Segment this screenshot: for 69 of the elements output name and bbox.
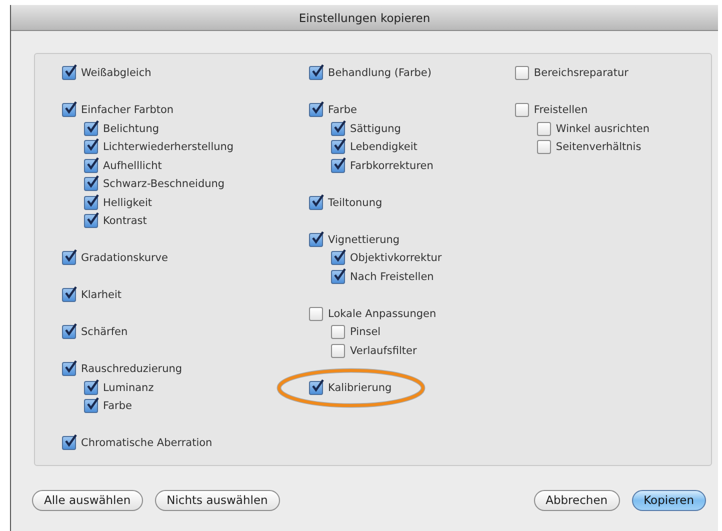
checkbox[interactable] bbox=[514, 103, 529, 118]
window-title: Einstellungen kopieren bbox=[298, 10, 430, 24]
checkbox[interactable] bbox=[84, 380, 98, 395]
checkbox[interactable] bbox=[331, 344, 346, 358]
dialog-button[interactable]: Alle auswählen bbox=[32, 490, 143, 510]
checkbox-label: Nach Freistellen bbox=[350, 270, 434, 283]
checkbox-label: Farbkorrekturen bbox=[350, 160, 434, 172]
checkbox[interactable] bbox=[536, 140, 551, 154]
checkbox-label: Pinsel bbox=[350, 326, 381, 338]
checkbox-label: Farbe bbox=[103, 400, 132, 412]
checkbox-label: Behandlung (Farbe) bbox=[328, 67, 432, 80]
checkbox[interactable] bbox=[84, 122, 98, 136]
checkbox-label: Winkel ausrichten bbox=[556, 122, 650, 135]
checkbox[interactable] bbox=[331, 325, 346, 340]
checkbox-label: Aufhelllicht bbox=[103, 160, 162, 172]
checkbox-label: Farbe bbox=[328, 104, 357, 116]
checkbox-label: Gradationskurve bbox=[81, 252, 168, 264]
checkbox[interactable] bbox=[309, 103, 324, 118]
checkbox[interactable] bbox=[331, 158, 346, 173]
checkbox[interactable] bbox=[331, 270, 346, 284]
checkbox[interactable] bbox=[309, 232, 324, 247]
checkbox-label: Sättigung bbox=[350, 122, 401, 135]
checkbox-label: Seitenverhältnis bbox=[556, 141, 642, 154]
checkbox-label: Klarheit bbox=[81, 289, 122, 302]
checkbox[interactable] bbox=[514, 66, 529, 80]
checkbox[interactable] bbox=[309, 380, 324, 395]
checkbox[interactable] bbox=[84, 399, 98, 414]
checkbox[interactable] bbox=[84, 177, 98, 192]
checkbox[interactable] bbox=[309, 196, 324, 210]
checkbox[interactable] bbox=[62, 251, 76, 266]
checkbox[interactable] bbox=[62, 103, 76, 118]
checkbox-label: Einfacher Farbton bbox=[81, 104, 174, 116]
checkbox[interactable] bbox=[331, 251, 346, 266]
checkbox[interactable] bbox=[84, 140, 98, 154]
dialog-button[interactable]: Abbrechen bbox=[534, 490, 620, 510]
checkbox-label: Lichterwiederherstellung bbox=[103, 141, 234, 154]
checkbox[interactable] bbox=[84, 158, 98, 173]
checkbox-label: Helligkeit bbox=[103, 196, 152, 209]
checkbox-label: Rauschreduzierung bbox=[81, 363, 182, 376]
checkbox-label: Luminanz bbox=[103, 382, 154, 394]
checkbox-label: Verlaufsfilter bbox=[350, 344, 417, 357]
checkbox[interactable] bbox=[84, 214, 98, 228]
checkbox-label: Kalibrierung bbox=[328, 382, 392, 394]
checkbox[interactable] bbox=[62, 288, 76, 302]
checkbox-label: Lokale Anpassungen bbox=[328, 308, 436, 320]
dialog-button[interactable]: Nichts auswählen bbox=[154, 490, 280, 510]
checkbox-label: Schärfen bbox=[81, 326, 128, 338]
checkbox[interactable] bbox=[84, 196, 98, 210]
checkbox[interactable] bbox=[331, 140, 346, 154]
checkbox[interactable] bbox=[62, 436, 76, 450]
checkbox[interactable] bbox=[536, 122, 551, 136]
checkbox[interactable] bbox=[62, 362, 76, 376]
checkbox[interactable] bbox=[62, 66, 76, 80]
dialog-button[interactable]: Kopieren bbox=[632, 490, 706, 510]
checkbox[interactable] bbox=[62, 325, 76, 340]
checkbox-label: Freistellen bbox=[534, 104, 588, 116]
checkbox-label: Belichtung bbox=[103, 122, 160, 135]
checkbox-label: Bereichsreparatur bbox=[534, 67, 628, 80]
checkbox-label: Kontrast bbox=[103, 215, 147, 228]
checkbox-label: Weißabgleich bbox=[81, 67, 152, 80]
checkbox-label: Schwarz-Beschneidung bbox=[103, 178, 225, 190]
checkbox[interactable] bbox=[309, 306, 324, 321]
checkbox[interactable] bbox=[309, 66, 324, 80]
checkbox-label: Teiltonung bbox=[328, 196, 382, 209]
checkbox-label: Objektivkorrektur bbox=[350, 252, 442, 264]
checkbox-label: Chromatische Aberration bbox=[81, 437, 212, 450]
checkbox-label: Vignettierung bbox=[328, 234, 400, 246]
checkbox-label: Lebendigkeit bbox=[350, 141, 418, 154]
checkbox[interactable] bbox=[331, 122, 346, 136]
